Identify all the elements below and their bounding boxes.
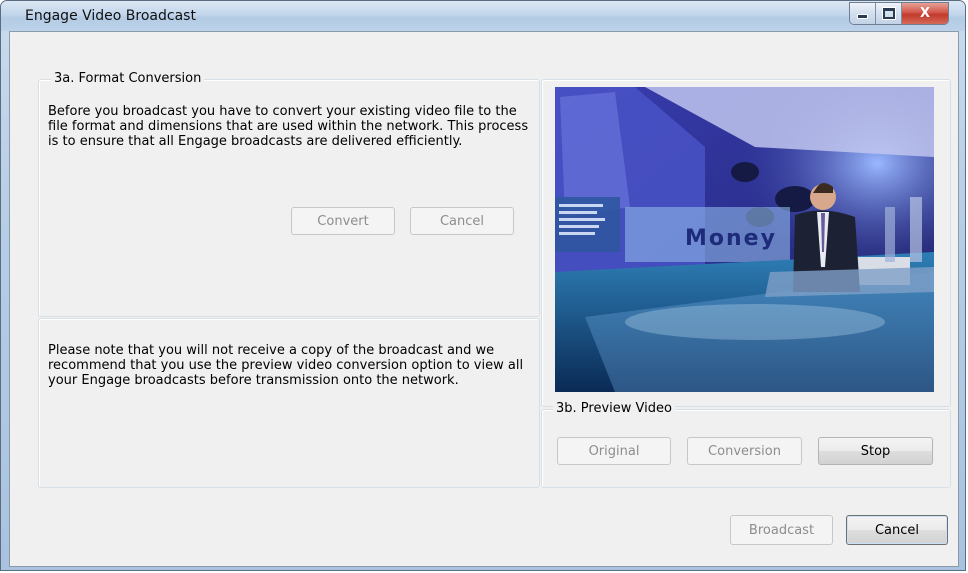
original-button[interactable]: Original (557, 437, 671, 465)
note-panel: Please note that you will not receive a … (38, 318, 540, 488)
conversion-button[interactable]: Conversion (687, 437, 802, 465)
broadcast-button[interactable]: Broadcast (730, 515, 833, 545)
preview-video-group: 3b. Preview Video Original Conversion St… (541, 401, 951, 488)
dialog-client-area: 3a. Format Conversion Before you broadca… (9, 31, 959, 567)
note-text: Please note that you will not receive a … (48, 343, 524, 388)
minimize-icon (857, 14, 868, 19)
close-button[interactable]: X (902, 3, 948, 24)
cancel-button[interactable]: Cancel (846, 515, 948, 545)
conversion-cancel-button[interactable]: Cancel (410, 207, 514, 235)
news-studio-image: Money (555, 87, 934, 392)
window-title: Engage Video Broadcast (25, 8, 196, 24)
format-conversion-group: 3a. Format Conversion Before you broadca… (38, 71, 540, 317)
close-icon: X (919, 6, 931, 21)
stop-button[interactable]: Stop (818, 437, 933, 465)
maximize-icon (882, 8, 895, 19)
caption-buttons: X (849, 2, 949, 25)
format-conversion-title: 3a. Format Conversion (51, 71, 205, 86)
video-overlay-text: Money (685, 226, 777, 251)
convert-button[interactable]: Convert (291, 207, 395, 235)
format-conversion-description: Before you broadcast you have to convert… (48, 104, 529, 149)
maximize-button[interactable] (876, 3, 902, 24)
minimize-button[interactable] (850, 3, 876, 24)
title-bar[interactable]: Engage Video Broadcast X (1, 1, 965, 31)
video-preview[interactable]: Money (555, 87, 934, 392)
preview-video-title: 3b. Preview Video (553, 401, 675, 416)
dialog-window: Engage Video Broadcast X 3a. Format Conv… (0, 0, 966, 571)
